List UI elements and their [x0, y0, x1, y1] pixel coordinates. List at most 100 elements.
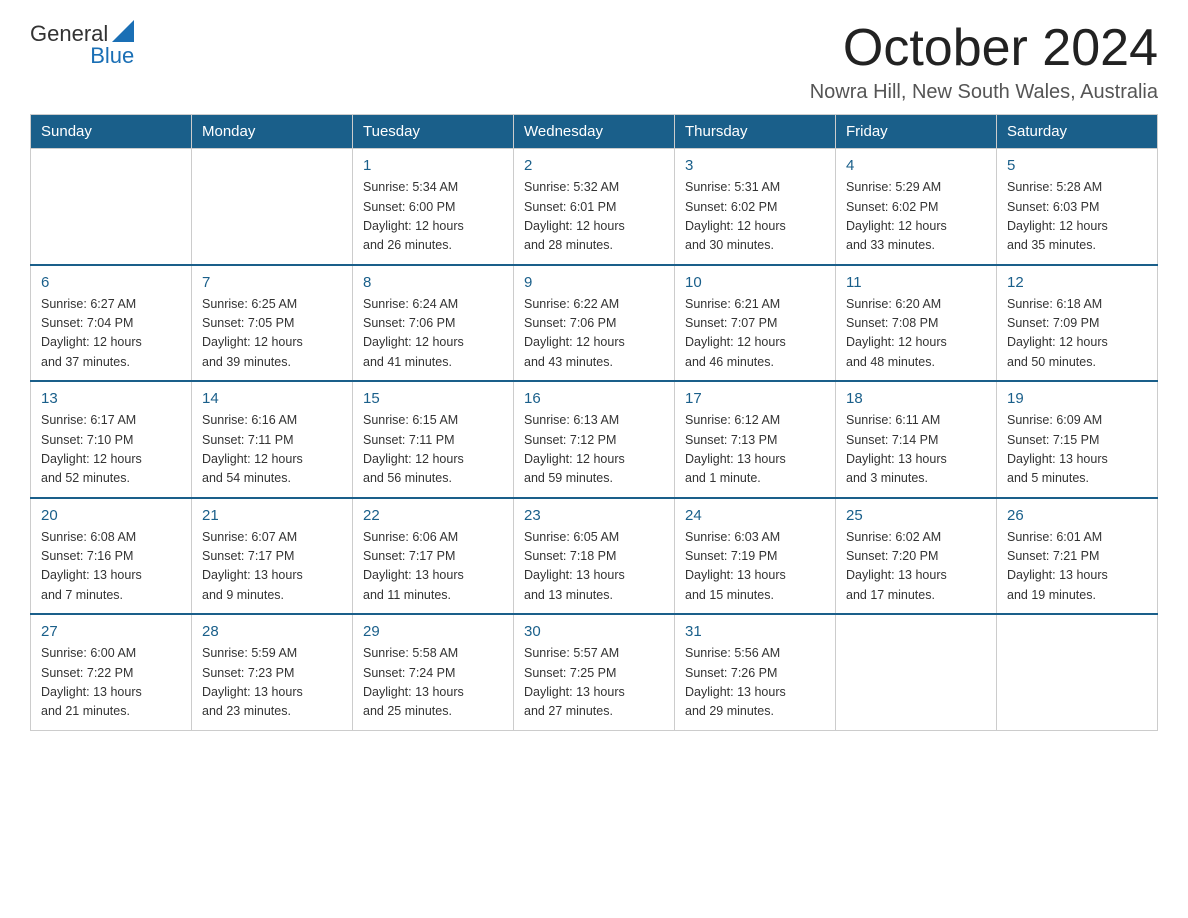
day-number: 15 [363, 390, 503, 407]
day-number: 3 [685, 157, 825, 174]
day-info: Sunrise: 6:22 AMSunset: 7:06 PMDaylight:… [524, 295, 664, 373]
weekday-header-friday: Friday [836, 115, 997, 149]
day-cell: 25 Sunrise: 6:02 AMSunset: 7:20 PMDayligh… [836, 498, 997, 615]
title-area: October 2024 Nowra Hill, New South Wales… [810, 20, 1158, 104]
day-number: 7 [202, 274, 342, 291]
logo: General Blue [30, 20, 134, 69]
day-info: Sunrise: 6:18 AMSunset: 7:09 PMDaylight:… [1007, 295, 1147, 373]
day-cell [836, 614, 997, 730]
weekday-header-thursday: Thursday [675, 115, 836, 149]
day-cell: 15 Sunrise: 6:15 AMSunset: 7:11 PMDayligh… [353, 381, 514, 498]
day-cell: 11 Sunrise: 6:20 AMSunset: 7:08 PMDayligh… [836, 265, 997, 382]
weekday-header-monday: Monday [192, 115, 353, 149]
location-title: Nowra Hill, New South Wales, Australia [810, 81, 1158, 104]
day-number: 20 [41, 507, 181, 524]
day-info: Sunrise: 6:15 AMSunset: 7:11 PMDaylight:… [363, 411, 503, 489]
day-number: 6 [41, 274, 181, 291]
day-info: Sunrise: 5:58 AMSunset: 7:24 PMDaylight:… [363, 644, 503, 722]
day-number: 26 [1007, 507, 1147, 524]
day-number: 21 [202, 507, 342, 524]
day-cell: 17Sunrise: 6:12 AMSunset: 7:13 PMDayligh… [675, 381, 836, 498]
month-title: October 2024 [810, 20, 1158, 77]
week-row-4: 20 Sunrise: 6:08 AMSunset: 7:16 PMDayligh… [31, 498, 1158, 615]
day-number: 1 [363, 157, 503, 174]
day-cell [31, 149, 192, 265]
day-cell: 5 Sunrise: 5:28 AMSunset: 6:03 PMDaylight… [997, 149, 1158, 265]
day-number: 13 [41, 390, 181, 407]
day-info: Sunrise: 6:27 AMSunset: 7:04 PMDaylight:… [41, 295, 181, 373]
day-cell: 24 Sunrise: 6:03 AMSunset: 7:19 PMDayligh… [675, 498, 836, 615]
weekday-header-row: SundayMondayTuesdayWednesdayThursdayFrid… [31, 115, 1158, 149]
day-number: 9 [524, 274, 664, 291]
day-info: Sunrise: 6:05 AMSunset: 7:18 PMDaylight:… [524, 528, 664, 606]
day-info: Sunrise: 6:13 AMSunset: 7:12 PMDaylight:… [524, 411, 664, 489]
day-cell: 27Sunrise: 6:00 AMSunset: 7:22 PMDayligh… [31, 614, 192, 730]
week-row-5: 27Sunrise: 6:00 AMSunset: 7:22 PMDayligh… [31, 614, 1158, 730]
day-cell: 31 Sunrise: 5:56 AMSunset: 7:26 PMDayligh… [675, 614, 836, 730]
day-cell: 26 Sunrise: 6:01 AMSunset: 7:21 PMDayligh… [997, 498, 1158, 615]
day-info: Sunrise: 6:25 AMSunset: 7:05 PMDaylight:… [202, 295, 342, 373]
day-number: 11 [846, 274, 986, 291]
day-cell: 2 Sunrise: 5:32 AMSunset: 6:01 PMDaylight… [514, 149, 675, 265]
day-cell: 28Sunrise: 5:59 AMSunset: 7:23 PMDayligh… [192, 614, 353, 730]
day-info: Sunrise: 6:06 AMSunset: 7:17 PMDaylight:… [363, 528, 503, 606]
header: General Blue October 2024 Nowra Hill, Ne… [30, 20, 1158, 104]
day-cell: 16 Sunrise: 6:13 AMSunset: 7:12 PMDayligh… [514, 381, 675, 498]
week-row-3: 13Sunrise: 6:17 AMSunset: 7:10 PMDayligh… [31, 381, 1158, 498]
week-row-1: 1Sunrise: 5:34 AMSunset: 6:00 PMDaylight… [31, 149, 1158, 265]
day-cell: 18Sunrise: 6:11 AMSunset: 7:14 PMDayligh… [836, 381, 997, 498]
day-info: Sunrise: 6:03 AMSunset: 7:19 PMDaylight:… [685, 528, 825, 606]
day-info: Sunrise: 6:09 AMSunset: 7:15 PMDaylight:… [1007, 411, 1147, 489]
day-number: 28 [202, 623, 342, 640]
day-number: 10 [685, 274, 825, 291]
day-info: Sunrise: 6:08 AMSunset: 7:16 PMDaylight:… [41, 528, 181, 606]
day-number: 23 [524, 507, 664, 524]
day-number: 4 [846, 157, 986, 174]
day-info: Sunrise: 6:20 AMSunset: 7:08 PMDaylight:… [846, 295, 986, 373]
day-number: 14 [202, 390, 342, 407]
day-cell: 21 Sunrise: 6:07 AMSunset: 7:17 PMDayligh… [192, 498, 353, 615]
day-cell: 22 Sunrise: 6:06 AMSunset: 7:17 PMDayligh… [353, 498, 514, 615]
day-number: 30 [524, 623, 664, 640]
weekday-header-tuesday: Tuesday [353, 115, 514, 149]
day-number: 24 [685, 507, 825, 524]
day-number: 31 [685, 623, 825, 640]
weekday-header-saturday: Saturday [997, 115, 1158, 149]
day-cell: 10 Sunrise: 6:21 AMSunset: 7:07 PMDayligh… [675, 265, 836, 382]
day-info: Sunrise: 6:01 AMSunset: 7:21 PMDaylight:… [1007, 528, 1147, 606]
day-info: Sunrise: 6:16 AMSunset: 7:11 PMDaylight:… [202, 411, 342, 489]
day-info: Sunrise: 6:24 AMSunset: 7:06 PMDaylight:… [363, 295, 503, 373]
day-cell: 6 Sunrise: 6:27 AMSunset: 7:04 PMDaylight… [31, 265, 192, 382]
day-info: Sunrise: 6:07 AMSunset: 7:17 PMDaylight:… [202, 528, 342, 606]
day-number: 22 [363, 507, 503, 524]
day-info: Sunrise: 5:32 AMSunset: 6:01 PMDaylight:… [524, 178, 664, 256]
day-info: Sunrise: 5:28 AMSunset: 6:03 PMDaylight:… [1007, 178, 1147, 256]
day-cell: 30Sunrise: 5:57 AMSunset: 7:25 PMDayligh… [514, 614, 675, 730]
weekday-header-sunday: Sunday [31, 115, 192, 149]
day-number: 25 [846, 507, 986, 524]
day-cell: 12 Sunrise: 6:18 AMSunset: 7:09 PMDayligh… [997, 265, 1158, 382]
weekday-header-wednesday: Wednesday [514, 115, 675, 149]
day-number: 19 [1007, 390, 1147, 407]
logo-blue: Blue [90, 43, 134, 69]
week-row-2: 6 Sunrise: 6:27 AMSunset: 7:04 PMDaylight… [31, 265, 1158, 382]
day-info: Sunrise: 6:00 AMSunset: 7:22 PMDaylight:… [41, 644, 181, 722]
day-cell: 14 Sunrise: 6:16 AMSunset: 7:11 PMDayligh… [192, 381, 353, 498]
day-cell: 3Sunrise: 5:31 AMSunset: 6:02 PMDaylight… [675, 149, 836, 265]
day-number: 12 [1007, 274, 1147, 291]
day-cell: 8Sunrise: 6:24 AMSunset: 7:06 PMDaylight… [353, 265, 514, 382]
day-number: 5 [1007, 157, 1147, 174]
day-number: 16 [524, 390, 664, 407]
day-cell: 4 Sunrise: 5:29 AMSunset: 6:02 PMDaylight… [836, 149, 997, 265]
day-info: Sunrise: 5:29 AMSunset: 6:02 PMDaylight:… [846, 178, 986, 256]
day-cell: 23 Sunrise: 6:05 AMSunset: 7:18 PMDayligh… [514, 498, 675, 615]
day-cell: 20 Sunrise: 6:08 AMSunset: 7:16 PMDayligh… [31, 498, 192, 615]
day-cell: 1Sunrise: 5:34 AMSunset: 6:00 PMDaylight… [353, 149, 514, 265]
day-info: Sunrise: 6:21 AMSunset: 7:07 PMDaylight:… [685, 295, 825, 373]
day-cell: 29Sunrise: 5:58 AMSunset: 7:24 PMDayligh… [353, 614, 514, 730]
calendar-table: SundayMondayTuesdayWednesdayThursdayFrid… [30, 114, 1158, 731]
day-info: Sunrise: 5:56 AMSunset: 7:26 PMDaylight:… [685, 644, 825, 722]
day-info: Sunrise: 6:02 AMSunset: 7:20 PMDaylight:… [846, 528, 986, 606]
day-number: 2 [524, 157, 664, 174]
day-number: 17 [685, 390, 825, 407]
